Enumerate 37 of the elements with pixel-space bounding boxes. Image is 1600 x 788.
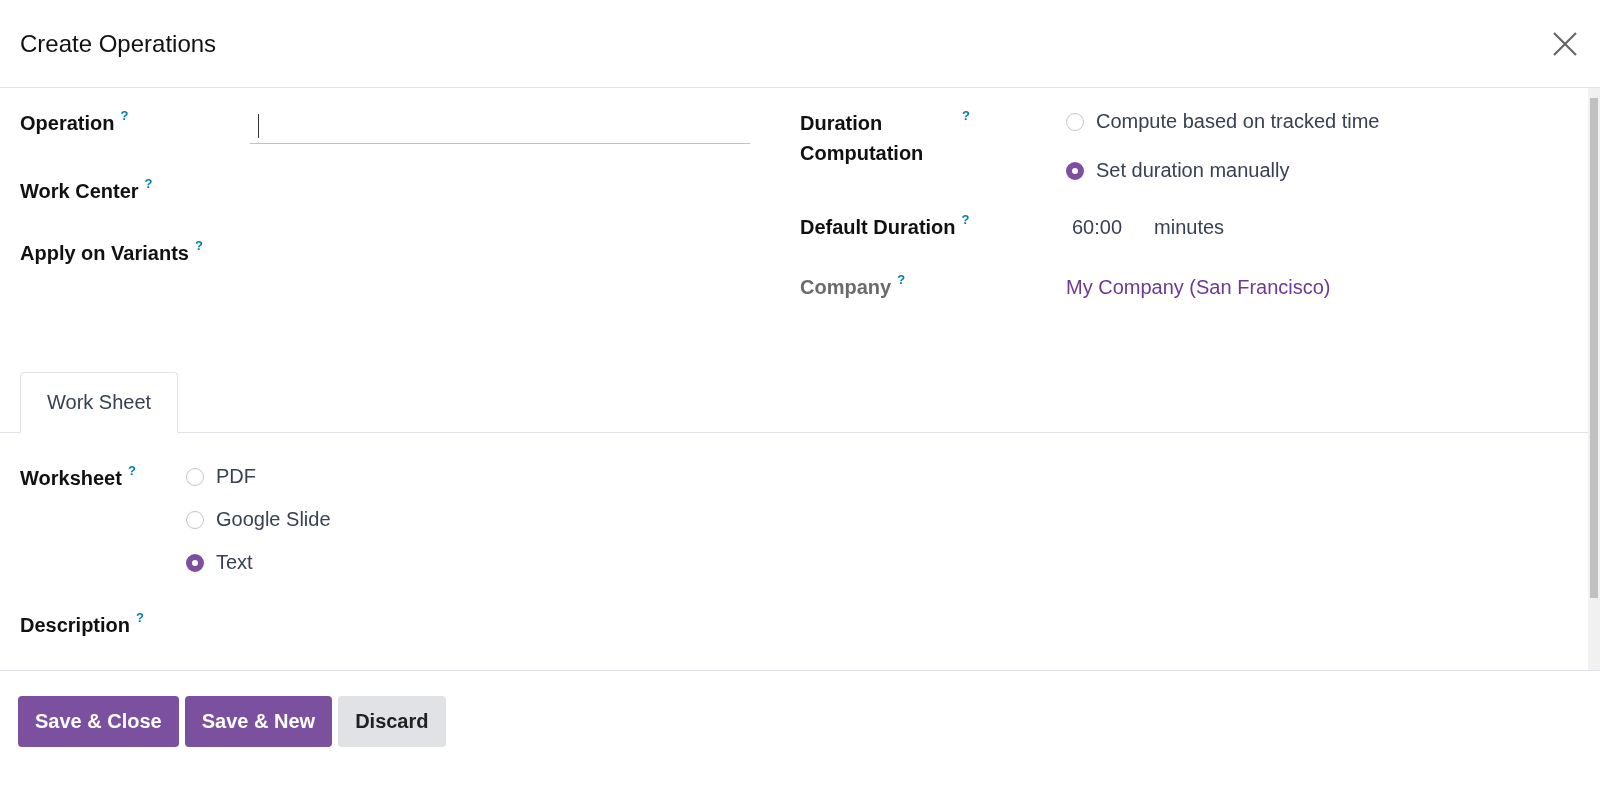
- help-tooltip-icon[interactable]: ?: [961, 212, 970, 228]
- radio-label[interactable]: Google Slide: [216, 508, 331, 531]
- text-cursor: [258, 113, 259, 138]
- help-tooltip-icon[interactable]: ?: [144, 176, 153, 192]
- field-label: Apply on Variants: [20, 241, 189, 266]
- save-button[interactable]: Save & Close: [18, 696, 179, 747]
- radio-label[interactable]: Text: [216, 551, 253, 574]
- help-tooltip-icon[interactable]: ?: [120, 108, 129, 124]
- tab[interactable]: Work Sheet: [20, 372, 179, 433]
- duration-unit: minutes: [1154, 215, 1225, 240]
- close-icon: [1552, 30, 1578, 57]
- help-tooltip-icon[interactable]: ?: [194, 238, 203, 254]
- field-label: Operation: [20, 111, 115, 136]
- save-button[interactable]: Save & New: [184, 696, 333, 747]
- field-label: Duration Computation: [800, 111, 925, 166]
- scrollbar[interactable]: [1588, 88, 1600, 670]
- help-tooltip-icon[interactable]: ?: [897, 272, 906, 288]
- company-link[interactable]: My Company (San Francisco): [1066, 272, 1588, 302]
- field-label: Default Duration: [800, 215, 956, 240]
- radio-label[interactable]: Set duration manually: [1096, 159, 1290, 182]
- field-label: Work Center: [20, 179, 139, 204]
- help-tooltip-icon[interactable]: ?: [127, 463, 136, 479]
- radio-label[interactable]: PDF: [216, 465, 256, 488]
- duration-value[interactable]: 60:00: [1072, 212, 1123, 242]
- discard-button[interactable]: Discard: [338, 696, 446, 747]
- field-label: Company: [800, 275, 892, 300]
- radio-button[interactable]: [186, 510, 204, 529]
- field-label: Worksheet: [20, 466, 122, 491]
- field-label: Description: [20, 613, 131, 638]
- radio-button[interactable]: [1066, 161, 1084, 180]
- help-tooltip-icon[interactable]: ?: [962, 108, 970, 124]
- help-tooltip-icon[interactable]: ?: [136, 610, 144, 626]
- radio-label[interactable]: Compute based on tracked time: [1096, 110, 1380, 133]
- radio-button[interactable]: [186, 553, 204, 572]
- radio-button[interactable]: [1066, 112, 1084, 131]
- radio-button[interactable]: [186, 467, 204, 486]
- dialog-title: Create Operations: [20, 29, 217, 58]
